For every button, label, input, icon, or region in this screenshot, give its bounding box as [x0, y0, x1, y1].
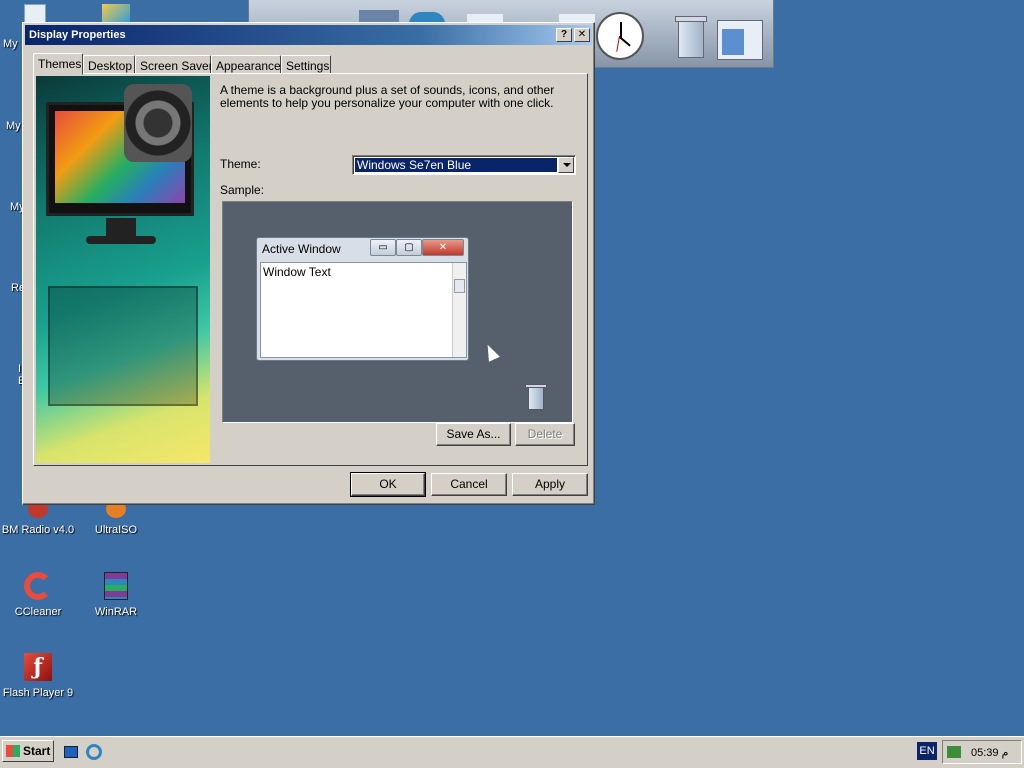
cancel-button[interactable]: Cancel	[431, 473, 507, 496]
apply-button[interactable]: Apply	[512, 473, 588, 496]
display-properties-window: Display Properties ? ✕ Themes Desktop Sc…	[22, 22, 595, 505]
desktop-icon-label: BM Radio v4.0	[1, 524, 75, 536]
save-as-button[interactable]: Save As...	[436, 423, 511, 446]
sample-window-title: Active Window	[262, 242, 341, 256]
theme-dropdown[interactable]: Windows Se7en Blue	[352, 155, 576, 175]
close-icon: ✕	[422, 239, 464, 256]
maximize-icon: ▢	[396, 239, 422, 256]
theme-label: Theme:	[220, 157, 261, 171]
recycle-bin-icon[interactable]	[673, 12, 709, 60]
sample-active-window: Active Window ▭ ▢ ✕ Window Text	[256, 237, 469, 361]
sample-label: Sample:	[220, 183, 265, 197]
tab-themes[interactable]: Themes	[33, 53, 83, 75]
archive-icon	[100, 570, 132, 602]
theme-sample-preview: Active Window ▭ ▢ ✕ Window Text	[222, 201, 573, 423]
system-tray: 05:39 م	[942, 740, 1022, 764]
speaker-icon	[124, 84, 192, 162]
windows-logo-icon	[6, 745, 20, 757]
theme-dropdown-value: Windows Se7en Blue	[354, 157, 558, 173]
sample-recycle-bin-icon	[525, 384, 547, 412]
flash-icon: ƒ	[22, 651, 54, 683]
desktop-icon-ultraiso[interactable]: UltraISO	[78, 500, 154, 536]
desktop-icon-winrar[interactable]: WinRAR	[78, 570, 154, 618]
desktop-icon-bm-radio[interactable]: BM Radio v4.0	[0, 500, 76, 536]
sample-window-body: Window Text	[260, 262, 467, 358]
sample-window-text: Window Text	[263, 265, 331, 279]
desktop-icon-partial-2[interactable]	[102, 4, 130, 24]
ccleaner-icon	[22, 570, 54, 602]
desktop-icon-flash-player[interactable]: ƒ Flash Player 9	[0, 651, 76, 699]
tab-settings[interactable]: Settings	[281, 55, 331, 74]
language-indicator[interactable]: EN	[917, 742, 937, 760]
taskbar: Start 05:39 م	[0, 736, 1024, 768]
delete-button[interactable]: Delete	[515, 423, 575, 446]
sample-window-controls: ▭ ▢ ✕	[370, 239, 466, 257]
clock[interactable]: 05:39 م	[971, 746, 1008, 759]
desktop-icon-label: Flash Player 9	[2, 687, 74, 699]
show-desktop-icon[interactable]	[64, 746, 78, 758]
tab-desktop[interactable]: Desktop	[83, 55, 135, 74]
start-button[interactable]: Start	[2, 740, 54, 762]
theme-artwork	[36, 76, 210, 463]
theme-description: A theme is a background plus a set of so…	[220, 83, 555, 110]
help-button[interactable]: ?	[556, 28, 572, 42]
title-bar[interactable]: Display Properties ? ✕	[25, 25, 592, 45]
window-icon[interactable]	[717, 20, 763, 60]
tab-screen-saver[interactable]: Screen Saver	[135, 55, 213, 74]
sample-scrollbar	[452, 263, 466, 357]
desktop-label-partial: My	[3, 38, 18, 50]
desktop-label-partial: I	[18, 363, 22, 375]
start-label: Start	[23, 744, 51, 758]
desktop-icon-label: CCleaner	[14, 606, 62, 618]
desktop-icon-ccleaner[interactable]: CCleaner	[0, 570, 76, 618]
desktop-label-partial: My	[6, 120, 21, 132]
tab-appearance[interactable]: Appearance	[211, 55, 281, 74]
minimize-icon: ▭	[370, 239, 396, 256]
ok-button[interactable]: OK	[350, 472, 426, 497]
themes-panel: A theme is a background plus a set of so…	[33, 73, 588, 466]
desktop-icon-label: UltraISO	[94, 524, 138, 536]
clock-icon[interactable]	[596, 12, 644, 60]
mouse-cursor-icon	[482, 342, 500, 362]
desktop-icon-label: WinRAR	[94, 606, 138, 618]
desktop-icon-partial-1[interactable]	[24, 4, 46, 24]
close-button[interactable]: ✕	[574, 28, 590, 42]
internet-explorer-icon[interactable]	[86, 744, 102, 760]
network-icon[interactable]	[947, 746, 961, 758]
window-title: Display Properties	[29, 29, 126, 41]
chevron-down-icon[interactable]	[558, 157, 574, 173]
